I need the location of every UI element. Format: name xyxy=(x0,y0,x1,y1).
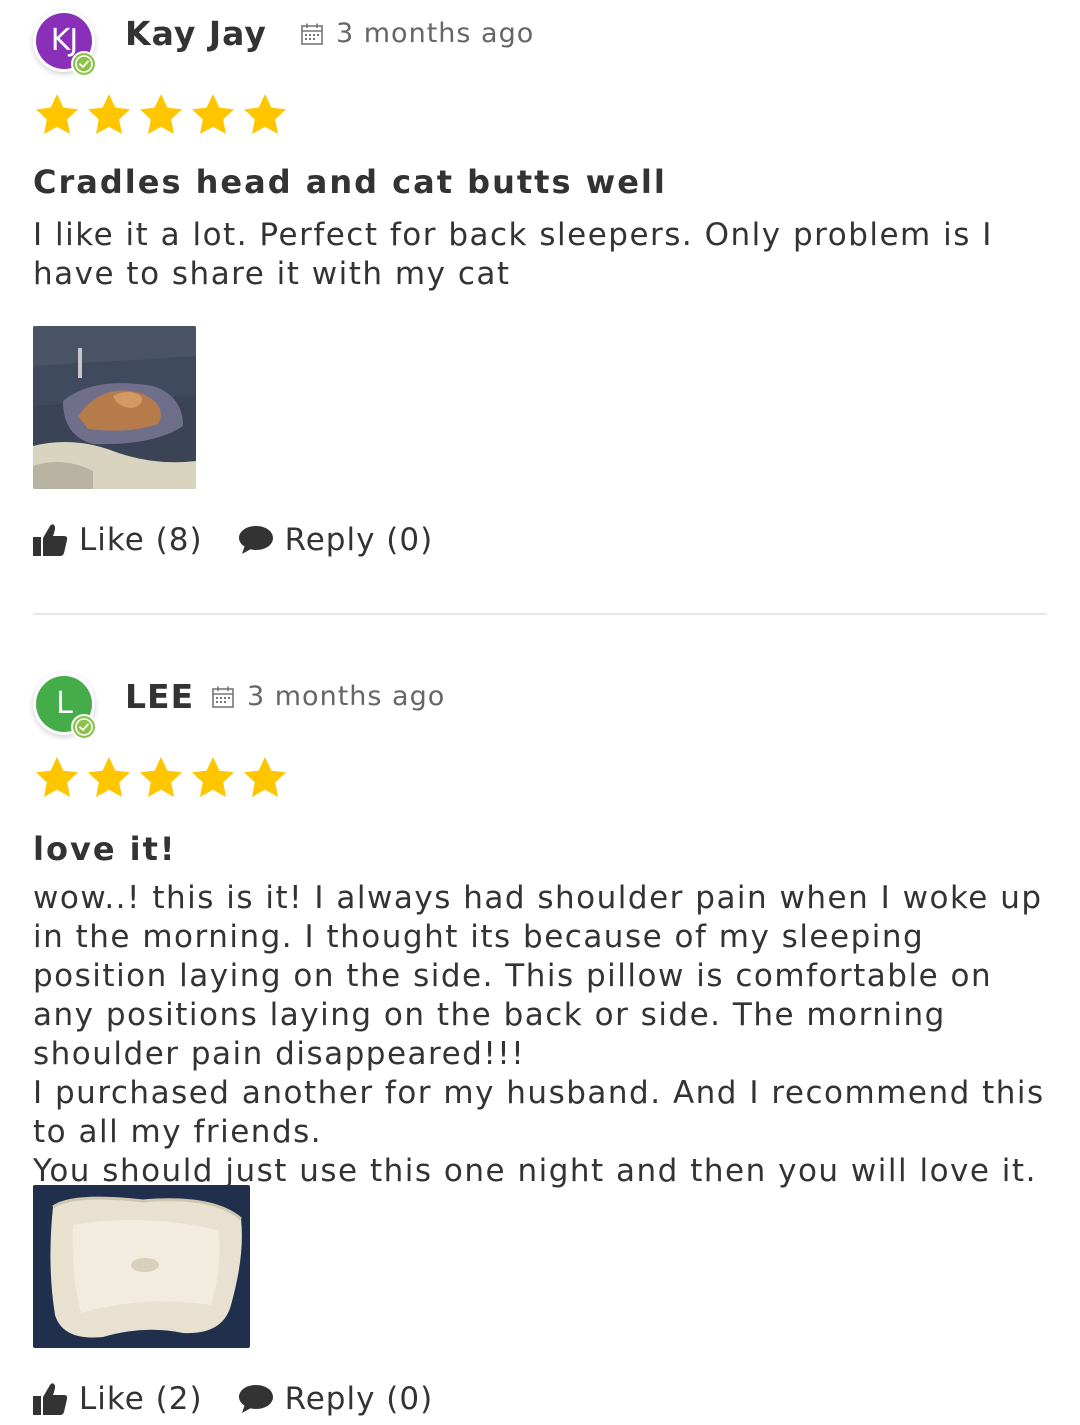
star-icon xyxy=(88,757,130,797)
review-date-text: 3 months ago xyxy=(247,681,446,712)
star-rating xyxy=(33,754,289,802)
reply-button[interactable]: Reply (0) xyxy=(237,1381,434,1417)
review-card: L LEE 3 months ago love it! wow..! this … xyxy=(33,663,1047,1417)
reply-label: Reply (0) xyxy=(284,1381,434,1417)
calendar-icon xyxy=(300,22,324,53)
like-label: Like (8) xyxy=(79,522,203,558)
review-date: 3 months ago xyxy=(300,18,534,53)
star-icon xyxy=(192,757,234,797)
review-photo[interactable] xyxy=(33,326,196,489)
star-icon xyxy=(36,757,78,797)
star-icon xyxy=(244,94,286,134)
review-photo[interactable] xyxy=(33,1185,250,1348)
review-date: 3 months ago xyxy=(211,681,445,716)
review-body: wow..! this is it! I always had shoulder… xyxy=(33,880,1045,1189)
like-button[interactable]: Like (2) xyxy=(33,1381,203,1417)
review-actions: Like (2) Reply (0) xyxy=(33,1381,433,1417)
reply-button[interactable]: Reply (0) xyxy=(237,522,434,558)
comment-icon xyxy=(238,526,273,554)
avatar: L xyxy=(33,671,97,740)
star-icon xyxy=(88,94,130,134)
thumbs-up-icon xyxy=(33,1383,68,1415)
calendar-icon xyxy=(211,685,235,716)
reply-label: Reply (0) xyxy=(284,522,434,558)
reviewer-name: LEE xyxy=(125,677,195,716)
star-icon xyxy=(244,757,286,797)
like-button[interactable]: Like (8) xyxy=(33,522,203,558)
verified-check-icon xyxy=(71,714,97,740)
review-title: Cradles head and cat butts well xyxy=(33,163,667,201)
verified-check-icon xyxy=(71,51,97,77)
reviewer-name: Kay Jay xyxy=(125,14,267,53)
review-header: KJ Kay Jay 3 months ago xyxy=(33,0,1047,77)
review-title: love it! xyxy=(33,830,177,868)
review-date-text: 3 months ago xyxy=(336,18,535,49)
star-icon xyxy=(192,94,234,134)
thumbs-up-icon xyxy=(33,524,68,556)
review-header: L LEE 3 months ago xyxy=(33,663,1047,740)
star-icon xyxy=(36,94,78,134)
star-icon xyxy=(140,94,182,134)
star-rating xyxy=(33,91,289,139)
comment-icon xyxy=(238,1385,273,1413)
like-label: Like (2) xyxy=(79,1381,203,1417)
review-body: I like it a lot. Perfect for back sleepe… xyxy=(33,217,993,292)
review-actions: Like (8) Reply (0) xyxy=(33,522,433,558)
review-card: KJ Kay Jay 3 months ago Cradles head and… xyxy=(33,0,1047,558)
star-icon xyxy=(140,757,182,797)
avatar: KJ xyxy=(33,8,97,77)
review-divider xyxy=(33,613,1047,615)
